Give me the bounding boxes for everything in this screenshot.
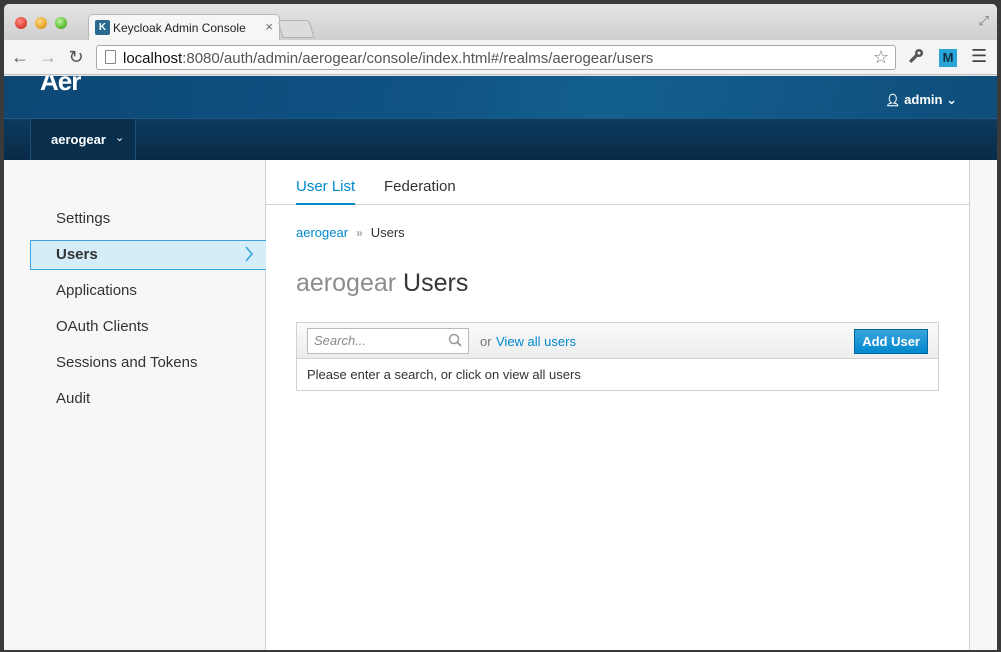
tab-federation[interactable]: Federation [384, 178, 456, 203]
breadcrumb-current: Users [370, 225, 405, 240]
breadcrumb-realm-link[interactable]: aerogear [296, 225, 348, 240]
sidebar-item-label: OAuth Clients [56, 318, 149, 335]
page-icon [105, 50, 116, 64]
window-close-button[interactable] [15, 17, 27, 29]
add-user-button[interactable]: Add User [854, 329, 928, 354]
page: Aer 👤︎admin ⌄ aerogear ⌄ Settings Users [4, 76, 997, 650]
or-text: or [480, 334, 492, 349]
logo: Aer [40, 76, 81, 96]
sidebar-item-sessions-and-tokens[interactable]: Sessions and Tokens [30, 348, 266, 378]
address-bar[interactable]: localhost:8080/auth/admin/aerogear/conso… [96, 45, 896, 70]
chevron-down-icon: ⌄ [115, 132, 125, 144]
sidebar-item-oauth-clients[interactable]: OAuth Clients [30, 312, 266, 342]
tab-title: Keycloak Admin Console [113, 21, 246, 35]
sidebar: Settings Users Applications OAuth Client… [4, 160, 266, 650]
search-box [307, 328, 469, 354]
sidebar-item-settings[interactable]: Settings [30, 204, 266, 234]
extension-icon[interactable]: M [939, 49, 957, 67]
search-icon[interactable] [448, 333, 462, 347]
browser-toolbar: ← → ↻ localhost:8080/auth/admin/aerogear… [4, 40, 997, 75]
window-maximize-button[interactable] [55, 17, 67, 29]
users-panel: or View all users Add User Please enter … [296, 322, 939, 391]
forward-arrow-icon[interactable]: → [38, 46, 58, 68]
sidebar-item-label: Applications [56, 282, 137, 299]
url-text[interactable]: localhost:8080/auth/admin/aerogear/conso… [123, 50, 653, 67]
chevron-down-icon: ⌄ [946, 92, 957, 107]
search-message: Please enter a search, or click on view … [307, 367, 581, 382]
breadcrumb: aerogear » Users [296, 225, 405, 240]
user-name: admin [904, 92, 943, 107]
reload-icon[interactable]: ↻ [66, 46, 86, 68]
realm-name: aerogear [51, 132, 106, 147]
back-arrow-icon[interactable]: ← [10, 46, 30, 68]
search-input[interactable] [314, 333, 444, 348]
chevron-right-icon [244, 245, 254, 268]
realm-bar: aerogear ⌄ [4, 118, 997, 160]
page-title: aerogear Users [296, 269, 468, 298]
tab-close-icon[interactable]: × [265, 19, 273, 34]
sidebar-item-label: Settings [56, 210, 111, 227]
bookmark-star-icon[interactable]: ☆ [873, 47, 889, 68]
sidebar-item-audit[interactable]: Audit [30, 384, 266, 414]
keycloak-favicon-icon: K [95, 20, 110, 35]
sidebar-item-label: Audit [56, 390, 91, 407]
page-title-text: Users [403, 269, 469, 297]
right-gutter [969, 160, 997, 650]
page-title-realm: aerogear [296, 269, 397, 297]
realm-selector[interactable]: aerogear ⌄ [30, 119, 136, 160]
app-header: Aer 👤︎ admin ⌄ [4, 76, 997, 118]
user-menu[interactable]: 👤︎ admin ⌄ [885, 92, 957, 108]
users-toolbar: or View all users Add User [297, 323, 938, 359]
sidebar-item-users[interactable]: Users [30, 240, 266, 270]
breadcrumb-separator: » [356, 226, 363, 240]
browser-menu-icon[interactable]: ☰ [971, 46, 987, 67]
main-content: User List Federation aerogear » Users aero… [266, 160, 969, 650]
wrench-icon[interactable] [908, 48, 924, 69]
sidebar-item-label: Sessions and Tokens [56, 354, 198, 371]
browser-window: K Keycloak Admin Console × ⤢ ← → ↻ local… [4, 4, 997, 650]
view-all-users-link[interactable]: View all users [496, 334, 576, 349]
fullscreen-icon[interactable]: ⤢ [979, 13, 989, 29]
new-tab-button[interactable] [277, 20, 315, 38]
tab-user-list[interactable]: User List [296, 178, 356, 205]
user-icon: 👤︎ [884, 93, 901, 107]
content-tabs: User List Federation [266, 160, 969, 205]
sidebar-item-label: Users [56, 246, 98, 263]
sidebar-item-applications[interactable]: Applications [30, 276, 266, 306]
tab-strip: K Keycloak Admin Console × ⤢ [4, 4, 997, 40]
browser-tab[interactable]: K Keycloak Admin Console × [88, 14, 280, 40]
window-minimize-button[interactable] [35, 17, 47, 29]
